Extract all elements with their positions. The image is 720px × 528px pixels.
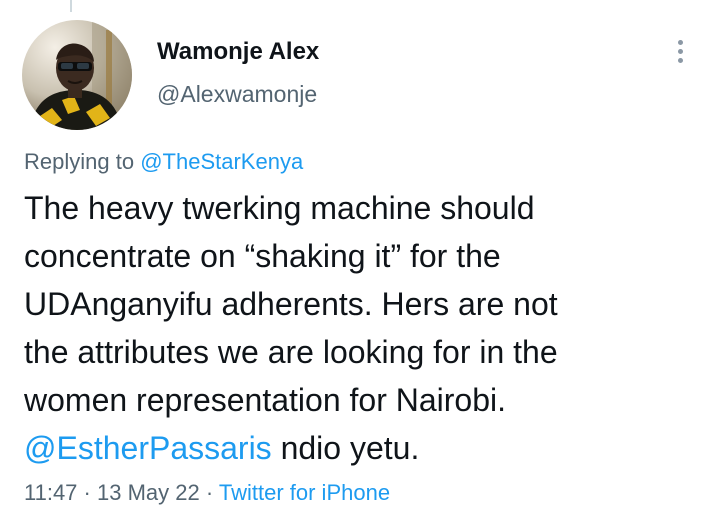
tweet-text-last-line: @EstherPassaris ndio yetu. xyxy=(24,424,714,472)
more-vertical-icon xyxy=(677,39,683,45)
meta-separator: · xyxy=(199,480,219,505)
tweet-text: The heavy twerking machine should concen… xyxy=(24,184,714,472)
author-display-name[interactable]: Wamonje Alex xyxy=(157,37,319,67)
reply-prefix: Replying to xyxy=(24,149,135,174)
profile-photo xyxy=(22,20,132,130)
tweet-card: Wamonje Alex @Alexwamonje Replying to @T… xyxy=(0,0,720,528)
tweet-time[interactable]: 11:47 xyxy=(24,480,77,505)
tweet-text-line: The heavy twerking machine should xyxy=(24,190,535,226)
tweet-date[interactable]: 13 May 22 xyxy=(97,480,200,505)
tweet-text-line: concentrate on “shaking it” for the xyxy=(24,238,501,274)
avatar[interactable] xyxy=(22,20,132,130)
tweet-mention-link[interactable]: @EstherPassaris xyxy=(24,430,272,466)
tweet-text-line: UDAnganyifu adherents. Hers are not xyxy=(24,286,558,322)
meta-separator: · xyxy=(77,480,97,505)
more-vertical-icon-dot xyxy=(677,57,683,63)
tweet-text-tail: ndio yetu. xyxy=(271,430,420,466)
author-handle[interactable]: @Alexwamonje xyxy=(157,79,317,109)
tweet-meta: 11:47 · 13 May 22 · Twitter for iPhone xyxy=(24,477,390,509)
reply-mention-link[interactable]: @TheStarKenya xyxy=(140,149,303,174)
tweet-source-link[interactable]: Twitter for iPhone xyxy=(219,480,390,505)
more-vertical-icon-dot xyxy=(677,48,683,54)
tweet-text-line: women representation for Nairobi. xyxy=(24,382,507,418)
tweet-text-line: the attributes we are looking for in the xyxy=(24,334,558,370)
more-options-button[interactable] xyxy=(663,32,697,70)
reply-context: Replying to @TheStarKenya xyxy=(24,146,303,178)
